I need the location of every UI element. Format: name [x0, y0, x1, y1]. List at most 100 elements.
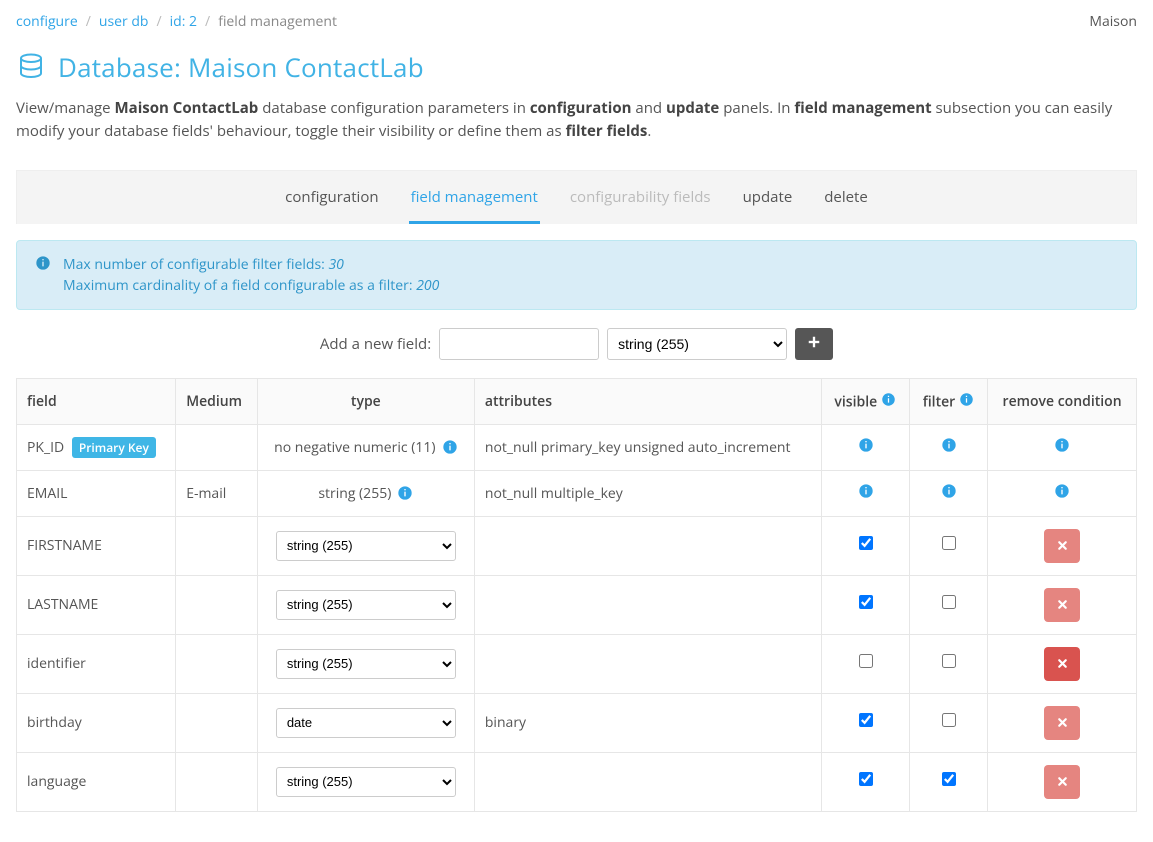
remove-button[interactable]	[1044, 588, 1080, 622]
cell-visible	[821, 693, 910, 752]
breadcrumb-id[interactable]: id: 2	[170, 12, 197, 31]
visible-checkbox[interactable]	[859, 772, 873, 786]
info-icon[interactable]	[881, 391, 897, 407]
cell-field: EMAIL	[17, 470, 176, 516]
tab-field-management[interactable]: field management	[409, 187, 540, 224]
breadcrumb-userdb[interactable]: user db	[99, 12, 149, 31]
visible-checkbox[interactable]	[859, 654, 873, 668]
info-icon[interactable]	[858, 437, 874, 453]
cell-field: identifier	[17, 634, 176, 693]
breadcrumb-separator: /	[156, 12, 161, 31]
cell-medium	[176, 634, 258, 693]
cell-attributes: not_null multiple_key	[474, 470, 821, 516]
type-select[interactable]: string (255)no negative numeric (11)date	[276, 649, 456, 679]
filter-checkbox[interactable]	[942, 772, 956, 786]
remove-button[interactable]	[1044, 706, 1080, 740]
cell-attributes: not_null primary_key unsigned auto_incre…	[474, 424, 821, 470]
cell-medium	[176, 424, 258, 470]
cell-remove	[988, 693, 1137, 752]
cell-remove	[988, 424, 1137, 470]
table-row: LASTNAME string (255)no negative numeric …	[17, 575, 1137, 634]
breadcrumb-separator: /	[86, 12, 91, 31]
th-visible: visible	[821, 379, 910, 425]
breadcrumb-configure[interactable]: configure	[16, 12, 78, 31]
cell-field: LASTNAME	[17, 575, 176, 634]
close-icon	[1056, 598, 1069, 611]
close-icon	[1056, 775, 1069, 788]
type-select[interactable]: string (255)no negative numeric (11)date	[276, 590, 456, 620]
th-attributes: attributes	[474, 379, 821, 425]
filter-checkbox[interactable]	[942, 536, 956, 550]
table-row: identifier string (255)no negative numeri…	[17, 634, 1137, 693]
cell-field: birthday	[17, 693, 176, 752]
add-field-name-input[interactable]	[439, 328, 599, 360]
plus-icon	[807, 335, 821, 354]
info-icon[interactable]	[941, 437, 957, 453]
cell-visible	[821, 634, 910, 693]
th-filter: filter	[910, 379, 988, 425]
page-title-row: Database: Maison ContactLab	[16, 49, 1137, 85]
table-row: PK_ID Primary Keyno negative numeric (11…	[17, 424, 1137, 470]
info-icon[interactable]	[1054, 483, 1070, 499]
type-select[interactable]: string (255)no negative numeric (11)date	[276, 531, 456, 561]
type-select[interactable]: string (255)no negative numeric (11)date	[276, 767, 456, 797]
cell-attributes	[474, 752, 821, 811]
info-icon[interactable]	[959, 391, 975, 407]
cell-medium	[176, 693, 258, 752]
cell-field: FIRSTNAME	[17, 516, 176, 575]
cell-visible	[821, 470, 910, 516]
breadcrumb-separator: /	[205, 12, 210, 31]
primary-key-badge: Primary Key	[72, 437, 156, 458]
table-row: birthday string (255)no negative numeric …	[17, 693, 1137, 752]
visible-checkbox[interactable]	[859, 713, 873, 727]
cell-field: language	[17, 752, 176, 811]
visible-checkbox[interactable]	[859, 536, 873, 550]
page-title: Database: Maison ContactLab	[58, 49, 424, 85]
info-icon[interactable]	[397, 485, 413, 501]
tabbar: configuration field management configura…	[16, 170, 1137, 224]
cell-filter	[910, 693, 988, 752]
cell-type: string (255)no negative numeric (11)date	[257, 575, 474, 634]
type-static: string (255)	[318, 484, 413, 503]
info-icon	[35, 255, 51, 271]
add-field-button[interactable]	[795, 328, 833, 360]
info-icon[interactable]	[1054, 437, 1070, 453]
cell-filter	[910, 424, 988, 470]
cell-remove	[988, 634, 1137, 693]
remove-button[interactable]	[1044, 765, 1080, 799]
cell-visible	[821, 424, 910, 470]
info-icon[interactable]	[941, 483, 957, 499]
cell-type: string (255)no negative numeric (11)date	[257, 752, 474, 811]
cell-filter	[910, 470, 988, 516]
th-remove: remove condition	[988, 379, 1137, 425]
cell-medium	[176, 516, 258, 575]
close-icon	[1056, 716, 1069, 729]
info-icon[interactable]	[442, 439, 458, 455]
close-icon	[1056, 657, 1069, 670]
cell-attributes	[474, 516, 821, 575]
info-icon[interactable]	[858, 483, 874, 499]
fields-table: field Medium type attributes visible fil…	[16, 378, 1137, 812]
cell-type: string (255)no negative numeric (11)date	[257, 516, 474, 575]
add-field-type-select[interactable]: string (255)no negative numeric (11)date	[607, 328, 787, 360]
cell-visible	[821, 575, 910, 634]
cell-remove	[988, 516, 1137, 575]
cell-medium	[176, 575, 258, 634]
cell-attributes	[474, 575, 821, 634]
tab-configurability-fields[interactable]: configurability fields	[568, 187, 713, 224]
cell-attributes	[474, 634, 821, 693]
tab-configuration[interactable]: configuration	[283, 187, 380, 224]
cell-attributes: binary	[474, 693, 821, 752]
cell-type: string (255)no negative numeric (11)date	[257, 634, 474, 693]
close-icon	[1056, 539, 1069, 552]
breadcrumb-row: configure / user db / id: 2 / field mana…	[16, 12, 1137, 31]
type-select[interactable]: string (255)no negative numeric (11)date	[276, 708, 456, 738]
tab-delete[interactable]: delete	[822, 187, 870, 224]
filter-checkbox[interactable]	[942, 713, 956, 727]
remove-button[interactable]	[1044, 647, 1080, 681]
filter-checkbox[interactable]	[942, 654, 956, 668]
filter-checkbox[interactable]	[942, 595, 956, 609]
visible-checkbox[interactable]	[859, 595, 873, 609]
tab-update[interactable]: update	[741, 187, 795, 224]
remove-button[interactable]	[1044, 529, 1080, 563]
